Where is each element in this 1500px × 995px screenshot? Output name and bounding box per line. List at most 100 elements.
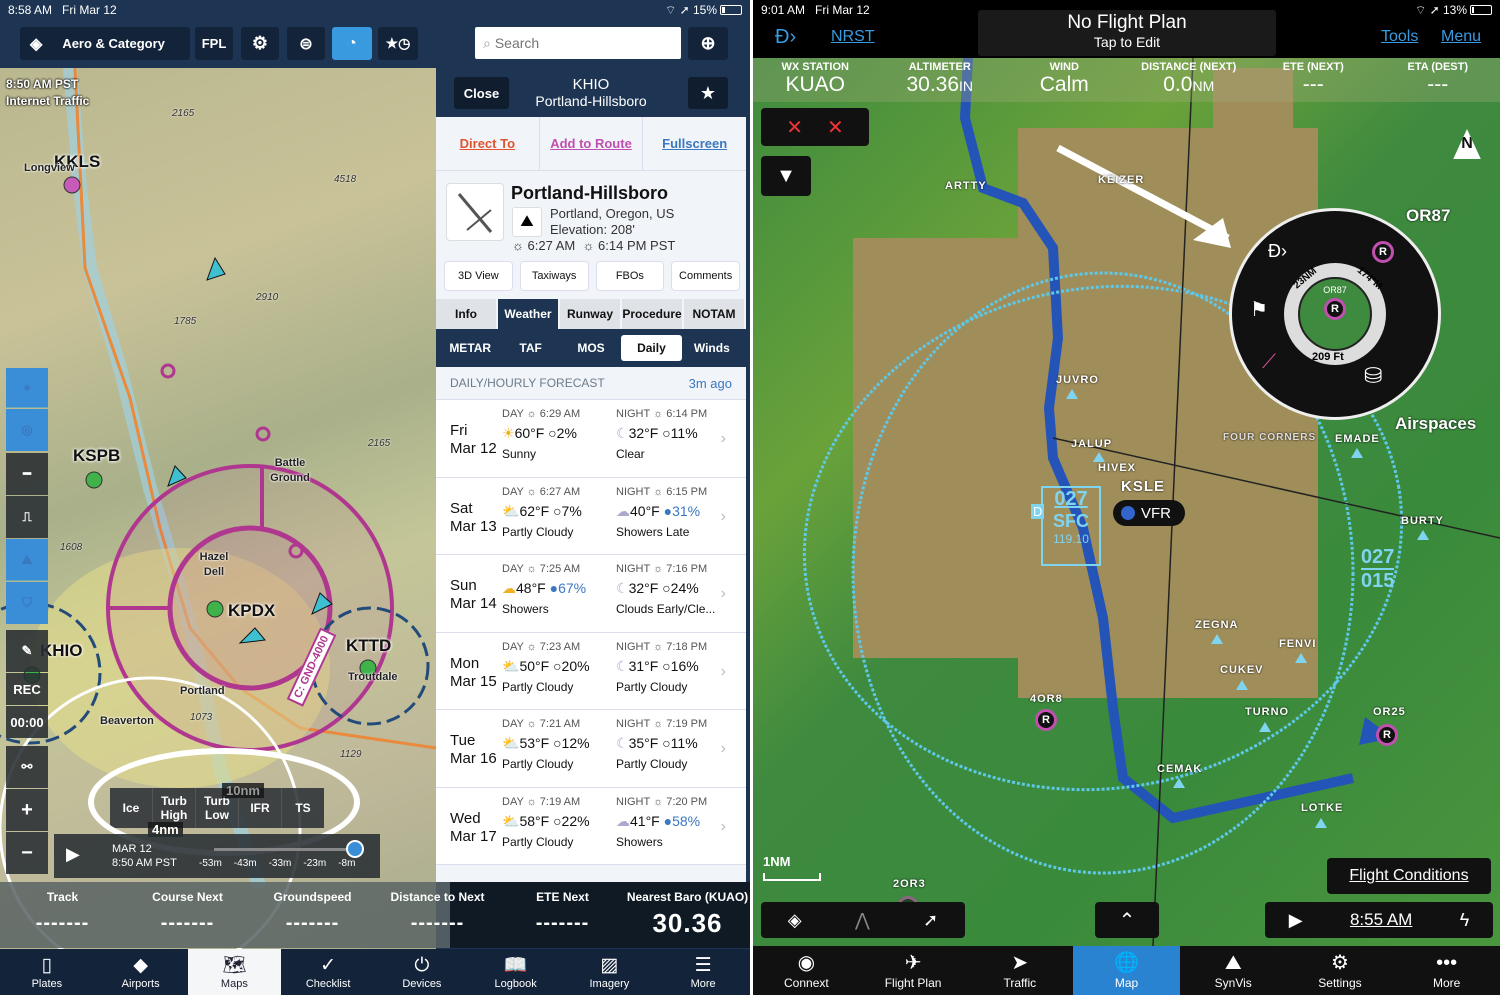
connectivity-status[interactable]: ✕ ✕ [761, 108, 869, 146]
forecast-row[interactable]: Fri Mar 12 DAY ☼ 6:29 AM ☀60°F ○2% Sunny NIGH… [436, 400, 746, 478]
subtab-mos[interactable]: MOS [561, 335, 621, 361]
private-airport-or25[interactable]: R [1376, 724, 1398, 746]
forecast-row[interactable]: Sat Mar 13 DAY ☼ 6:27 AM ⛅62°F ○7% Partly Cl… [436, 477, 746, 555]
layers-icon[interactable]: ◈ [788, 910, 802, 931]
tab-info[interactable]: Info [436, 299, 498, 329]
settings-button[interactable]: ⚙ [241, 27, 279, 60]
lightning-icon[interactable]: ϟ [1460, 910, 1470, 931]
tab-airports[interactable]: ◆ Airports [94, 949, 188, 995]
radial-direct-to[interactable]: Ð› [1268, 241, 1287, 262]
direct-to-link[interactable]: Direct To [436, 117, 540, 170]
timeline-handle[interactable] [346, 840, 364, 858]
tab-notam[interactable]: NOTAM [684, 299, 746, 329]
profile-view-button[interactable]: ⎍ [6, 496, 48, 538]
data-field[interactable]: DISTANCE (NEXT) 0.0NM [1127, 58, 1252, 102]
tab-map[interactable]: 🌐 Map [1073, 946, 1180, 995]
info-cell[interactable]: Course Next ------- [125, 882, 250, 948]
instruments-button[interactable]: ⊜ [287, 27, 325, 60]
highway-button[interactable]: ⛉ [6, 582, 48, 624]
airport-label[interactable]: KPDX [228, 601, 275, 621]
tools-link[interactable]: Tools [1381, 28, 1418, 46]
play-icon[interactable]: ▶ [1289, 910, 1303, 931]
moving-map[interactable]: WX STATION KUAO ALTIMETER 30.36IN WIND Calm DI… [753, 58, 1500, 946]
subtab-winds[interactable]: Winds [682, 335, 742, 361]
info-cell[interactable]: ETE Next ------- [500, 882, 625, 948]
tab-synvis[interactable]: ⛰ SynVis [1180, 946, 1287, 995]
tab-runway[interactable]: Runway [560, 299, 622, 329]
fpl-button[interactable]: FPL [195, 27, 233, 60]
data-field[interactable]: ETA (DEST) --- [1376, 58, 1500, 102]
info-cell[interactable]: Track ------- [0, 882, 125, 948]
terrain-button[interactable]: ⛰ [6, 539, 48, 581]
radial-airport-info[interactable]: R [1372, 241, 1394, 263]
track-up-button[interactable]: ◎ [6, 409, 48, 451]
center-map-button[interactable]: ⌖ [6, 368, 48, 408]
airport-diagram-thumbnail[interactable] [446, 183, 504, 241]
info-cell[interactable]: Groundspeed ------- [250, 882, 375, 948]
forecast-row[interactable]: Mon Mar 15 DAY ☼ 7:23 AM ⛅50°F ○20% Partly C… [436, 632, 746, 710]
data-field[interactable]: WX STATION KUAO [753, 58, 878, 102]
tab-maps[interactable]: 🗺 Maps [187, 949, 282, 995]
fullscreen-link[interactable]: Fullscreen [643, 117, 746, 170]
subtab-taf[interactable]: TAF [500, 335, 560, 361]
zoom-out-button[interactable]: − [6, 832, 48, 874]
private-airport-4or8[interactable]: R [1035, 709, 1057, 731]
forecast-row[interactable]: Wed Mar 17 DAY ☼ 7:19 AM ⛅58°F ○22% Partly C… [436, 787, 746, 865]
draw-button[interactable]: ✎ [6, 630, 48, 672]
tab-plates[interactable]: ▯ Plates [0, 949, 94, 995]
waypoint-label[interactable]: OR25 [1373, 706, 1406, 718]
play-button[interactable]: ▶ [66, 844, 80, 865]
search-input[interactable] [494, 35, 665, 51]
airport-flight-category[interactable]: VFR [1113, 500, 1185, 526]
tab-checklist[interactable]: ✓ Checklist [281, 949, 375, 995]
tab-connext[interactable]: ◉ Connext [753, 946, 860, 995]
waypoint-label[interactable]: 4OR8 [1030, 693, 1063, 705]
comments-button[interactable]: Comments [671, 261, 740, 291]
runway-button[interactable]: ━ [6, 453, 48, 495]
waypoint-label[interactable]: CEMAK [1157, 763, 1202, 775]
tab-logbook[interactable]: 📖 Logbook [469, 949, 563, 995]
sectional-map[interactable]: 8:50 AM PST Internet Traffic KKLS KSPB KP… [0, 68, 436, 950]
record-button[interactable]: REC [6, 673, 48, 705]
profile-icon[interactable]: ⋀ [855, 910, 870, 931]
nrst-link[interactable]: NRST [831, 28, 875, 46]
zoom-in-button[interactable]: + [6, 789, 48, 831]
track-icon[interactable]: ➚ [923, 910, 938, 931]
data-field[interactable]: WIND Calm [1002, 58, 1127, 102]
tab-traffic[interactable]: ➤ Traffic [966, 946, 1073, 995]
radial-airspaces[interactable]: ⛁ [1364, 363, 1382, 389]
waypoint-label[interactable]: HIVEX [1098, 462, 1136, 474]
north-indicator[interactable]: N [1449, 126, 1485, 162]
tab-imagery[interactable]: ▨ Imagery [563, 949, 657, 995]
favorites-recent-button[interactable]: ★◷ [378, 27, 418, 60]
add-to-route-link[interactable]: Add to Route [540, 117, 644, 170]
locate-button[interactable]: ⊕ [688, 27, 728, 60]
waypoint-label[interactable]: 2OR3 [893, 878, 926, 890]
info-cell[interactable]: Nearest Baro (KUAO) 30.36 [625, 882, 750, 948]
waypoint-label[interactable]: TURNO [1245, 706, 1289, 718]
waypoint-label[interactable]: ZEGNA [1195, 619, 1239, 631]
filter-button[interactable]: ▼ [761, 156, 811, 196]
tab-more[interactable]: ☰ More [656, 949, 750, 995]
radial-flag[interactable]: ⚑ [1250, 297, 1268, 322]
info-cell[interactable]: Distance to Next ------- [375, 882, 500, 948]
airport-label[interactable]: KTTD [346, 636, 391, 656]
waypoint-label[interactable]: EMADE [1335, 433, 1380, 445]
waypoint-label[interactable]: JALUP [1071, 438, 1112, 450]
timeline-slider[interactable] [214, 848, 354, 851]
forecast-row[interactable]: Sun Mar 14 DAY ☼ 7:25 AM ☁48°F ●67% Showers N… [436, 555, 746, 633]
data-field[interactable]: ALTIMETER 30.36IN [878, 58, 1003, 102]
radial-route[interactable]: ⟋ [1262, 351, 1276, 374]
waypoint-label[interactable]: FOUR CORNERS [1223, 432, 1316, 443]
tab-devices[interactable]: ⏻ Devices [375, 949, 469, 995]
route-button[interactable]: ⚯ [6, 746, 48, 788]
fbos-button[interactable]: FBOs [595, 261, 665, 291]
waypoint-label[interactable]: JUVRO [1056, 374, 1099, 386]
menu-link[interactable]: Menu [1441, 28, 1481, 46]
direct-to-button[interactable]: Ð› [775, 26, 796, 49]
flight-plan-button[interactable]: No Flight Plan Tap to Edit [978, 10, 1276, 56]
waypoint-label[interactable]: FENVI [1279, 638, 1316, 650]
forecast-row[interactable]: Tue Mar 16 DAY ☼ 7:21 AM ⛅53°F ○12% Partly C… [436, 710, 746, 788]
tab-weather[interactable]: Weather [498, 299, 560, 329]
airport-label[interactable]: KSPB [73, 446, 120, 466]
